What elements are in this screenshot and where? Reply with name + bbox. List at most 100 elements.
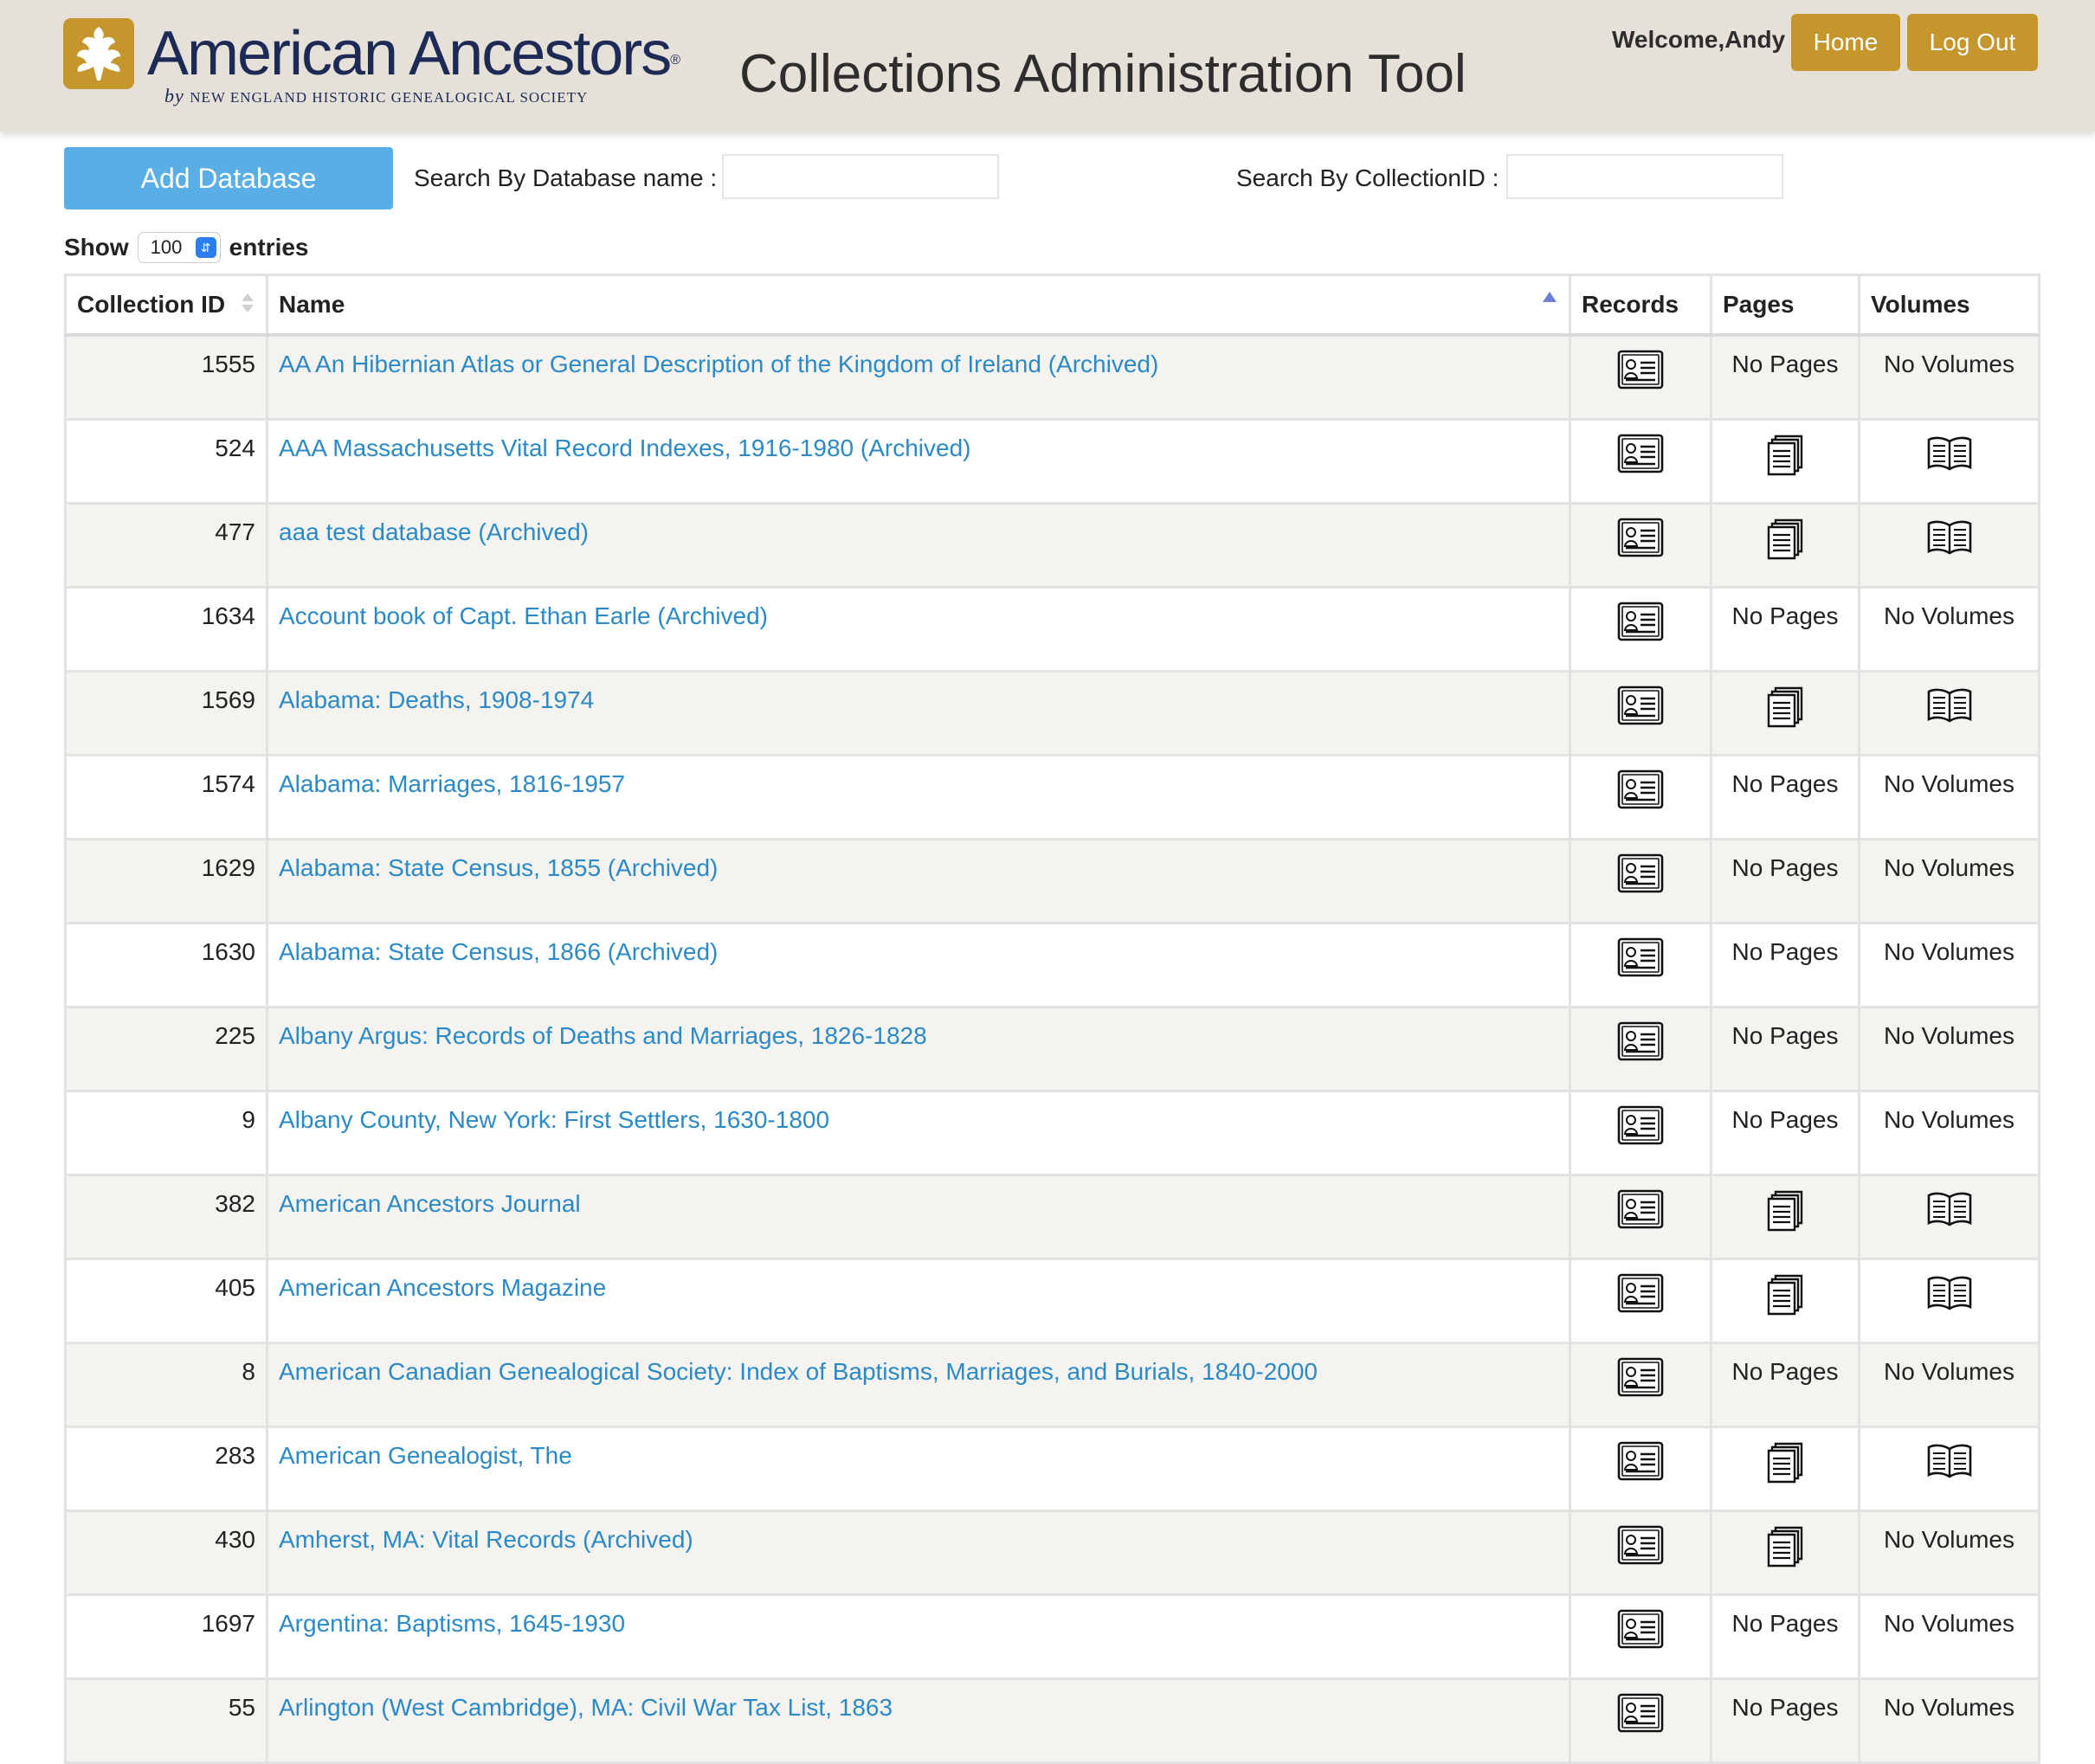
oak-leaf-logo-icon[interactable] — [63, 18, 134, 89]
volumes-icon[interactable] — [1925, 520, 1974, 562]
table-row: 8 American Canadian Genealogical Society:… — [64, 1342, 2040, 1428]
volumes-cell — [1858, 1258, 2040, 1344]
database-link[interactable]: AA An Hibernian Atlas or General Descrip… — [279, 351, 1158, 377]
name-cell: Alabama: State Census, 1855 (Archived) — [266, 838, 1571, 924]
records-cell — [1569, 754, 1712, 840]
table-row: 283 American Genealogist, The — [64, 1426, 2040, 1512]
table-row: 382 American Ancestors Journal — [64, 1174, 2040, 1260]
records-icon[interactable] — [1617, 1021, 1664, 1067]
name-cell: American Ancestors Magazine — [266, 1258, 1571, 1344]
search-db-input[interactable] — [722, 154, 999, 199]
database-link[interactable]: American Canadian Genealogical Society: … — [279, 1358, 1318, 1385]
records-cell — [1569, 1006, 1712, 1092]
pages-cell: No Pages — [1710, 1006, 1860, 1092]
database-link[interactable]: Arlington (West Cambridge), MA: Civil Wa… — [279, 1694, 893, 1721]
volumes-cell: No Volumes — [1858, 586, 2040, 673]
records-icon[interactable] — [1617, 1357, 1664, 1403]
pages-icon[interactable] — [1763, 1442, 1807, 1489]
collection-id-cell: 225 — [64, 1006, 268, 1092]
entries-select[interactable]: 100 ⇵ — [137, 232, 221, 263]
database-link[interactable]: American Ancestors Magazine — [279, 1274, 606, 1301]
volumes-icon[interactable] — [1925, 436, 1974, 478]
collection-id-cell: 1697 — [64, 1593, 268, 1680]
database-link[interactable]: American Ancestors Journal — [279, 1190, 581, 1217]
records-icon[interactable] — [1617, 434, 1664, 480]
records-icon[interactable] — [1617, 1189, 1664, 1235]
pages-cell — [1710, 1258, 1860, 1344]
table-row: 1697 Argentina: Baptisms, 1645-1930 No Pa… — [64, 1593, 2040, 1680]
volumes-icon[interactable] — [1925, 1444, 1974, 1485]
volumes-cell: No Volumes — [1858, 838, 2040, 924]
records-cell — [1569, 1090, 1712, 1176]
records-icon[interactable] — [1617, 1441, 1664, 1487]
col-header-collection-id[interactable]: Collection ID — [64, 274, 268, 337]
pages-cell: No Pages — [1710, 586, 1860, 673]
database-link[interactable]: Alabama: State Census, 1866 (Archived) — [279, 938, 718, 965]
collection-id-cell: 1574 — [64, 754, 268, 840]
name-cell: Alabama: Marriages, 1816-1957 — [266, 754, 1571, 840]
volumes-icon[interactable] — [1925, 1192, 1974, 1233]
records-cell — [1569, 670, 1712, 756]
records-icon[interactable] — [1617, 1105, 1664, 1151]
pages-cell: No Pages — [1710, 1593, 1860, 1680]
header-bar: American Ancestors® by New England Histo… — [0, 0, 2095, 132]
pages-icon[interactable] — [1763, 1274, 1807, 1321]
records-icon[interactable] — [1617, 1609, 1664, 1655]
database-link[interactable]: Argentina: Baptisms, 1645-1930 — [279, 1610, 625, 1637]
name-cell: American Ancestors Journal — [266, 1174, 1571, 1260]
database-link[interactable]: AAA Massachusetts Vital Record Indexes, … — [279, 435, 970, 461]
records-icon[interactable] — [1617, 686, 1664, 731]
database-link[interactable]: American Genealogist, The — [279, 1442, 572, 1469]
pages-icon[interactable] — [1763, 686, 1807, 733]
records-cell — [1569, 1342, 1712, 1428]
show-label: Show — [64, 234, 129, 261]
database-link[interactable]: Account book of Capt. Ethan Earle (Archi… — [279, 602, 768, 629]
entries-value: 100 — [150, 236, 183, 258]
collection-id-cell: 1629 — [64, 838, 268, 924]
select-arrows-icon: ⇵ — [195, 237, 216, 258]
name-cell: Alabama: Deaths, 1908-1974 — [266, 670, 1571, 756]
records-icon[interactable] — [1617, 1273, 1664, 1319]
sort-icon — [242, 293, 254, 312]
records-icon[interactable] — [1617, 769, 1664, 815]
logout-button[interactable]: Log Out — [1907, 14, 2038, 71]
pages-icon[interactable] — [1763, 435, 1807, 481]
database-link[interactable]: aaa test database (Archived) — [279, 518, 589, 545]
add-database-button[interactable]: Add Database — [64, 147, 393, 209]
search-cid-label: Search By CollectionID : — [1236, 164, 1499, 191]
volumes-icon[interactable] — [1925, 688, 1974, 730]
pages-cell — [1710, 502, 1860, 589]
name-cell: Albany County, New York: First Settlers,… — [266, 1090, 1571, 1176]
records-icon[interactable] — [1617, 1525, 1664, 1571]
table-row: 430 Amherst, MA: Vital Records (Archived)… — [64, 1510, 2040, 1596]
collection-id-cell: 477 — [64, 502, 268, 589]
database-link[interactable]: Alabama: Marriages, 1816-1957 — [279, 770, 625, 797]
table-row: 1634 Account book of Capt. Ethan Earle (A… — [64, 586, 2040, 673]
records-icon[interactable] — [1617, 853, 1664, 899]
pages-cell: No Pages — [1710, 922, 1860, 1008]
collection-id-cell: 1630 — [64, 922, 268, 1008]
pages-icon[interactable] — [1763, 1190, 1807, 1237]
database-link[interactable]: Albany County, New York: First Settlers,… — [279, 1106, 829, 1133]
name-cell: AA An Hibernian Atlas or General Descrip… — [266, 333, 1571, 421]
pages-icon[interactable] — [1763, 1526, 1807, 1573]
search-cid-input[interactable] — [1506, 154, 1783, 199]
pages-cell: No Pages — [1710, 333, 1860, 421]
pages-icon[interactable] — [1763, 518, 1807, 565]
records-icon[interactable] — [1617, 1693, 1664, 1739]
records-icon[interactable] — [1617, 350, 1664, 396]
database-link[interactable]: Alabama: Deaths, 1908-1974 — [279, 686, 594, 713]
records-icon[interactable] — [1617, 602, 1664, 647]
brand-name[interactable]: American Ancestors® — [147, 19, 680, 88]
collection-id-cell: 1555 — [64, 333, 268, 421]
database-link[interactable]: Amherst, MA: Vital Records (Archived) — [279, 1526, 693, 1553]
col-header-name[interactable]: Name — [266, 274, 1571, 337]
home-button[interactable]: Home — [1791, 14, 1900, 71]
database-link[interactable]: Alabama: State Census, 1855 (Archived) — [279, 854, 718, 881]
records-icon[interactable] — [1617, 518, 1664, 563]
database-link[interactable]: Albany Argus: Records of Deaths and Marr… — [279, 1022, 927, 1049]
records-icon[interactable] — [1617, 937, 1664, 983]
pages-cell: No Pages — [1710, 1342, 1860, 1428]
volumes-icon[interactable] — [1925, 1276, 1974, 1317]
entries-label: entries — [229, 234, 309, 261]
